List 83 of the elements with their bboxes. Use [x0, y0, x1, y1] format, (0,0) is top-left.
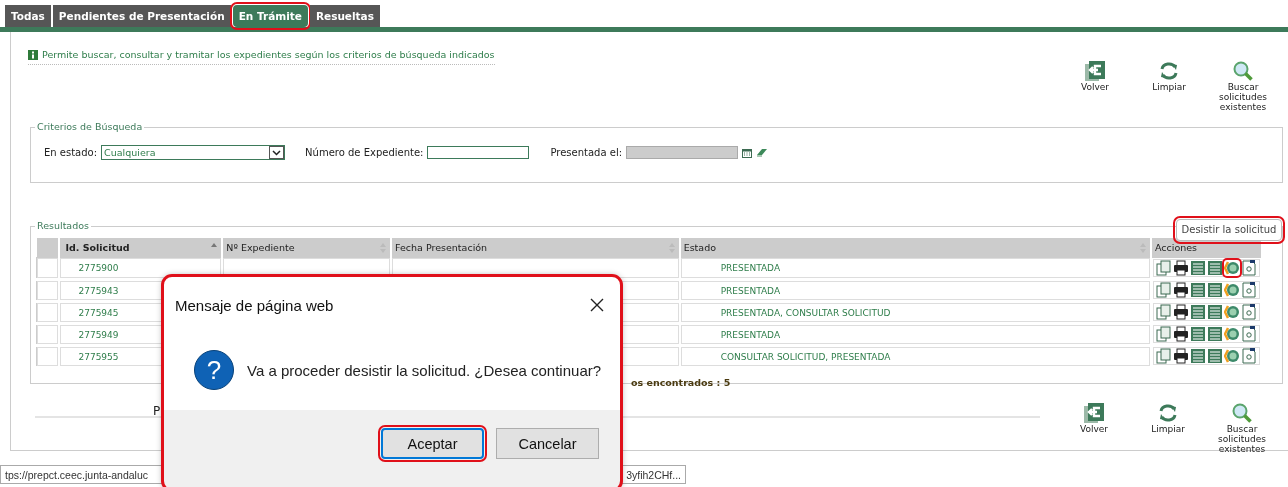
field-label: Número de Expediente: [305, 147, 424, 158]
column-header[interactable]: Fecha Presentación [391, 238, 680, 258]
printer-icon[interactable] [1173, 347, 1189, 364]
form-icon[interactable] [1207, 281, 1223, 298]
printer-icon[interactable] [1173, 281, 1189, 298]
column-header[interactable]: Id. Solicitud [59, 238, 223, 258]
copy-icon[interactable] [1156, 281, 1172, 298]
form-icon[interactable] [1207, 347, 1223, 364]
tab[interactable]: En Trámite [232, 5, 308, 27]
copy-icon[interactable] [1156, 303, 1172, 320]
label-text: P [153, 404, 161, 418]
table-cell: PRESENTADA [679, 279, 1151, 302]
input-field[interactable] [427, 146, 530, 159]
dialog-button[interactable]: Cancelar [496, 428, 599, 459]
coin-icon[interactable] [1224, 325, 1240, 342]
fieldset-legend: Criterios de Búsqueda [35, 121, 145, 132]
caret-icon [269, 146, 285, 159]
document-icon[interactable] [1241, 259, 1257, 276]
info-icon [28, 49, 38, 60]
search-icon[interactable] [1232, 60, 1254, 82]
table-cell: CONSULTAR SOLICITUD, PRESENTADA [679, 345, 1151, 368]
document-icon[interactable] [1241, 347, 1257, 364]
document-icon[interactable] [1241, 303, 1257, 320]
status-url: tps://prepct.ceec.junta-andaluc [4, 468, 148, 481]
tab[interactable]: Todas [5, 5, 51, 27]
form-icon[interactable] [1207, 259, 1223, 276]
printer-icon[interactable] [1173, 303, 1189, 320]
status-dropdown[interactable]: Cualquiera [101, 145, 286, 160]
copy-icon[interactable] [1156, 347, 1172, 364]
column-header[interactable]: Estado [679, 238, 1151, 258]
table-cell: PRESENTADA [679, 257, 1151, 280]
status-url: 3yfih2CHf... [626, 468, 682, 481]
form-icon[interactable] [1190, 325, 1206, 342]
form-icon[interactable] [1207, 303, 1223, 320]
copy-icon[interactable] [1156, 259, 1172, 276]
calendar-icon[interactable] [742, 147, 753, 158]
toolbar-link[interactable]: Limpiar [1138, 424, 1198, 434]
form-icon[interactable] [1190, 281, 1206, 298]
search-icon[interactable] [1231, 402, 1253, 424]
field-label: En estado: [44, 147, 98, 158]
table-cell [36, 345, 60, 368]
results-count: os encontrados : 5 [631, 377, 732, 388]
table-cell [36, 323, 60, 346]
document-icon[interactable] [1241, 281, 1257, 298]
fieldset-legend: Resultados [35, 220, 91, 231]
toolbar-link[interactable]: Buscar solicitudes existentes [1213, 82, 1273, 112]
column-header [36, 238, 60, 258]
toolbar-link[interactable]: Buscar solicitudes existentes [1212, 424, 1272, 454]
printer-icon[interactable] [1173, 325, 1189, 342]
refresh-icon[interactable] [1157, 402, 1179, 424]
exit-door-icon[interactable] [1083, 402, 1105, 424]
toolbar-link[interactable]: Volver [1065, 82, 1125, 92]
column-header[interactable]: Nº Expediente [222, 238, 392, 258]
form-icon[interactable] [1207, 325, 1223, 342]
coin-icon[interactable] [1224, 303, 1240, 320]
toolbar-link[interactable]: Volver [1064, 424, 1124, 434]
tab[interactable]: Resueltas [309, 5, 380, 27]
printer-icon[interactable] [1173, 259, 1189, 276]
table-cell [36, 279, 60, 302]
tab[interactable]: Pendientes de Presentación [52, 5, 231, 27]
dialog-button[interactable]: Aceptar [381, 428, 484, 459]
document-icon[interactable] [1241, 325, 1257, 342]
coin-icon[interactable] [1224, 259, 1240, 276]
question-icon: ? [194, 350, 234, 390]
info-text: Permite buscar, consultar y tramitar los expedientes según los criterios de búsqueda indicados [42, 49, 495, 60]
table-cell [36, 257, 60, 280]
form-icon[interactable] [1190, 303, 1206, 320]
tooltip: Desistir la solicitud [1176, 219, 1282, 241]
exit-door-icon[interactable] [1084, 60, 1106, 82]
table-cell [36, 301, 60, 324]
field-label: Presentada el: [550, 147, 623, 158]
close-icon[interactable] [590, 298, 604, 312]
refresh-icon[interactable] [1158, 60, 1180, 82]
eraser-icon[interactable] [756, 147, 769, 158]
table-cell: PRESENTADA, CONSULTAR SOLICITUD [679, 301, 1151, 324]
toolbar-link[interactable]: Limpiar [1139, 82, 1199, 92]
table-cell: PRESENTADA [679, 323, 1151, 346]
dialog-message: Va a proceder desistir la solicitud. ¿Desea continuar? [247, 361, 602, 379]
form-icon[interactable] [1190, 347, 1206, 364]
coin-icon[interactable] [1224, 281, 1240, 298]
coin-icon[interactable] [1224, 347, 1240, 364]
copy-icon[interactable] [1156, 325, 1172, 342]
form-icon[interactable] [1190, 259, 1206, 276]
